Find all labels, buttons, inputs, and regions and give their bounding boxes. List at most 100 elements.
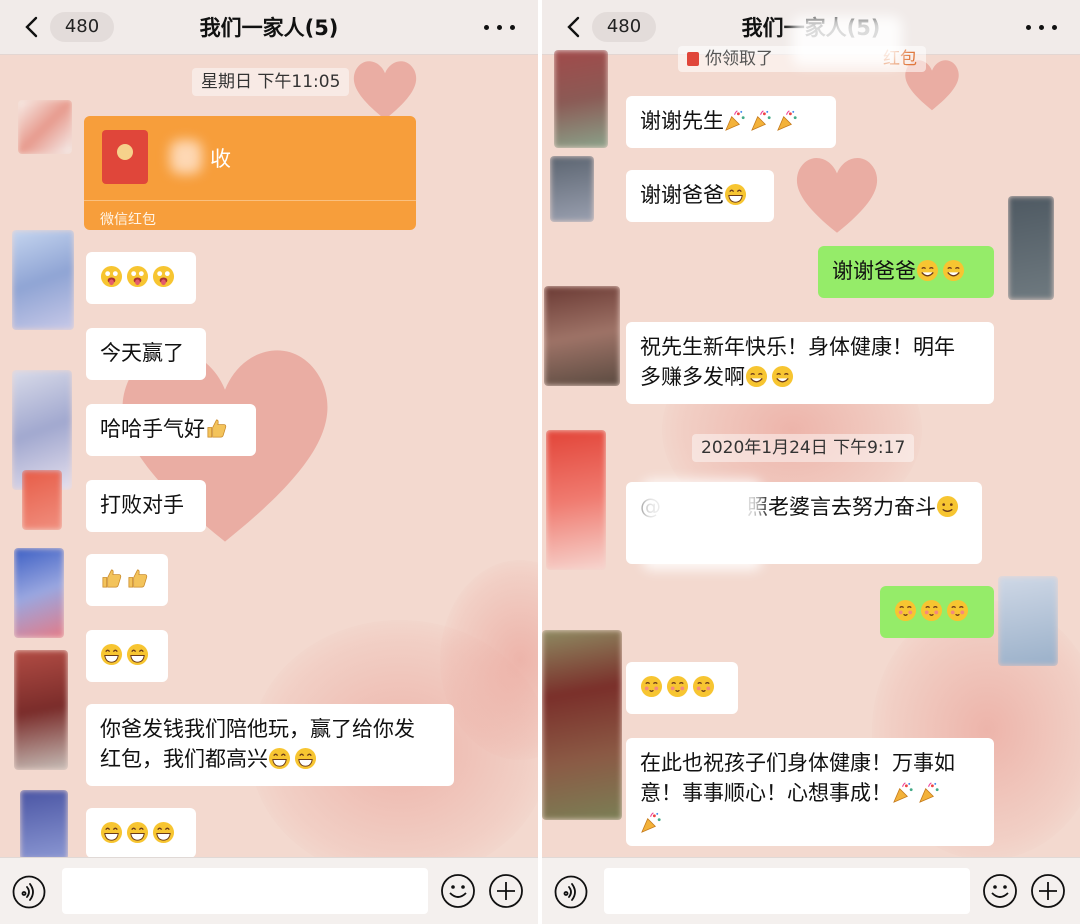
red-envelope-icon bbox=[687, 52, 699, 66]
message-bubble[interactable] bbox=[86, 252, 196, 304]
heart-decoration bbox=[353, 61, 417, 120]
sweat-smile-emoji bbox=[745, 365, 768, 388]
thumbs-up-emoji bbox=[128, 569, 148, 588]
blushing-face-emoji bbox=[920, 599, 943, 622]
message-bubble-sent[interactable] bbox=[880, 586, 994, 638]
message-bubble[interactable] bbox=[86, 554, 168, 606]
message-bubble[interactable] bbox=[626, 662, 738, 714]
message-text: 多赚多发啊 bbox=[640, 365, 745, 389]
back-button[interactable]: 480 bbox=[562, 9, 656, 45]
plus-icon[interactable] bbox=[488, 873, 524, 909]
blushing-face-emoji bbox=[894, 599, 917, 622]
plus-icon[interactable] bbox=[1030, 873, 1066, 909]
party-popper-emoji bbox=[777, 110, 797, 131]
notice-text: 你领取了 bbox=[705, 49, 773, 69]
sweat-smile-emoji bbox=[771, 365, 794, 388]
blushing-face-emoji bbox=[946, 599, 969, 622]
message-text: 谢谢先生 bbox=[640, 109, 724, 133]
party-popper-emoji bbox=[751, 110, 771, 131]
timestamp: 2020年1月24日 下午9:17 bbox=[692, 434, 915, 462]
message-bubble[interactable]: 打败对手 bbox=[86, 480, 206, 532]
red-envelope-icon bbox=[102, 130, 148, 184]
timestamp: 星期日 下午11:05 bbox=[192, 68, 350, 96]
message-text: 照老婆言去努力奋斗 bbox=[747, 495, 936, 519]
avatar[interactable] bbox=[544, 286, 620, 386]
blushing-face-emoji bbox=[666, 675, 689, 698]
message-bubble[interactable] bbox=[86, 808, 196, 858]
chat-header: 480 我们一家人(5) bbox=[0, 0, 538, 55]
avatar[interactable] bbox=[546, 430, 606, 570]
avatar[interactable] bbox=[542, 630, 622, 820]
chat-window-left: 480 我们一家人(5) 星期日 下午11:05 收 微信红包 今天赢了 哈哈手… bbox=[0, 0, 538, 924]
divider bbox=[84, 200, 416, 201]
blushing-face-emoji bbox=[640, 675, 663, 698]
avatar[interactable] bbox=[14, 548, 64, 638]
chat-title: 我们一家人(5) bbox=[199, 16, 339, 40]
message-input[interactable] bbox=[604, 868, 970, 914]
red-packet-footer: 微信红包 bbox=[100, 212, 156, 228]
avatar[interactable] bbox=[22, 470, 62, 530]
avatar[interactable] bbox=[12, 230, 74, 330]
grin-emoji bbox=[100, 821, 123, 844]
back-button[interactable]: 480 bbox=[20, 9, 114, 45]
voice-icon[interactable] bbox=[554, 875, 588, 909]
message-bubble[interactable] bbox=[86, 630, 168, 682]
heart-decoration bbox=[796, 157, 878, 233]
blushing-face-emoji bbox=[692, 675, 715, 698]
avatar[interactable] bbox=[14, 650, 68, 770]
emoji-icon[interactable] bbox=[440, 873, 476, 909]
message-bubble[interactable]: 谢谢爸爸 bbox=[626, 170, 774, 222]
tongue-out-emoji bbox=[152, 265, 175, 288]
avatar[interactable] bbox=[554, 50, 608, 148]
grin-emoji bbox=[126, 643, 149, 666]
avatar[interactable] bbox=[550, 156, 594, 222]
grin-emoji bbox=[100, 643, 123, 666]
message-bubble[interactable]: 今天赢了 bbox=[86, 328, 206, 380]
avatar[interactable] bbox=[1008, 196, 1054, 300]
blur-mask bbox=[642, 480, 762, 570]
message-text: 你爸发钱我们陪他玩，赢了给你发 bbox=[100, 717, 415, 741]
sweat-smile-emoji bbox=[916, 259, 939, 282]
chevron-left-icon bbox=[25, 16, 38, 38]
message-bubble[interactable]: 哈哈手气好 bbox=[86, 404, 256, 456]
grin-emoji bbox=[126, 821, 149, 844]
grin-emoji bbox=[724, 183, 747, 206]
party-popper-emoji bbox=[725, 110, 745, 131]
more-options-button[interactable] bbox=[1022, 14, 1062, 40]
message-text: 红包，我们都高兴 bbox=[100, 747, 268, 771]
message-bubble[interactable]: 谢谢先生 bbox=[626, 96, 836, 148]
message-input[interactable] bbox=[62, 868, 428, 914]
avatar[interactable] bbox=[20, 790, 68, 860]
thumbs-up-emoji bbox=[207, 419, 227, 438]
blur-mask bbox=[792, 16, 902, 66]
red-packet-text: 收 bbox=[210, 147, 231, 171]
red-packet-card[interactable]: 收 微信红包 bbox=[84, 116, 416, 230]
thumbs-up-emoji bbox=[102, 569, 122, 588]
voice-icon[interactable] bbox=[12, 875, 46, 909]
emoji-icon[interactable] bbox=[982, 873, 1018, 909]
message-text: 打败对手 bbox=[100, 493, 184, 517]
message-bubble[interactable]: 在此也祝孩子们身体健康！万事如 意！事事顺心！心想事成！ bbox=[626, 738, 994, 846]
unread-count-badge: 480 bbox=[592, 12, 656, 42]
message-text: 意！事事顺心！心想事成！ bbox=[640, 781, 892, 805]
avatar[interactable] bbox=[18, 100, 72, 154]
party-popper-emoji bbox=[919, 782, 939, 803]
grin-emoji bbox=[152, 821, 175, 844]
message-text: 祝先生新年快乐！身体健康！明年 bbox=[640, 335, 955, 359]
message-text: 在此也祝孩子们身体健康！万事如 bbox=[640, 751, 955, 775]
message-bubble[interactable]: 祝先生新年快乐！身体健康！明年 多赚多发啊 bbox=[626, 322, 994, 404]
input-bar bbox=[542, 857, 1080, 924]
more-options-button[interactable] bbox=[480, 14, 520, 40]
party-popper-emoji bbox=[893, 782, 913, 803]
input-bar bbox=[0, 857, 538, 924]
party-popper-emoji bbox=[641, 812, 661, 833]
chat-window-right: 480 我们一家人(5) 你领取了红包 谢谢先生 谢谢爸爸 谢谢爸爸 祝先生新年… bbox=[542, 0, 1080, 924]
message-bubble-sent[interactable]: 谢谢爸爸 bbox=[818, 246, 994, 298]
message-bubble[interactable]: 你爸发钱我们陪他玩，赢了给你发 红包，我们都高兴 bbox=[86, 704, 454, 786]
avatar[interactable] bbox=[998, 576, 1058, 666]
message-text: 谢谢爸爸 bbox=[640, 183, 724, 207]
sweat-smile-emoji bbox=[942, 259, 965, 282]
chevron-left-icon bbox=[567, 16, 580, 38]
blur-mask bbox=[170, 140, 202, 174]
message-text: 今天赢了 bbox=[100, 341, 184, 365]
